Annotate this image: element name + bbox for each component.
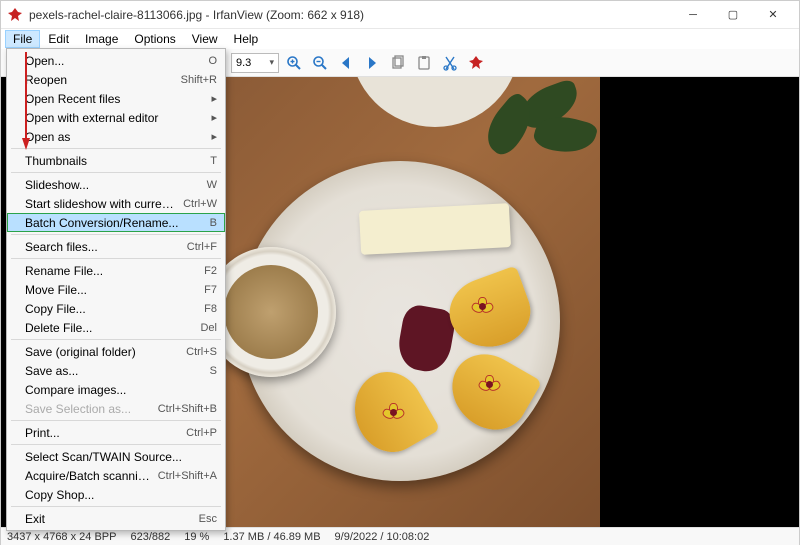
menu-item-shortcut: Ctrl+Shift+B	[158, 403, 217, 415]
file-menu-item[interactable]: Delete File... Del	[7, 318, 225, 337]
menu-item-shortcut: Shift+R	[181, 74, 217, 86]
file-menu-item[interactable]: Open with external editor ▸	[7, 108, 225, 127]
file-menu-item[interactable]: Copy File... F8	[7, 299, 225, 318]
hint-arrow-icon	[22, 52, 30, 157]
chevron-down-icon: ▾	[269, 57, 274, 68]
zoom-out-button[interactable]	[309, 52, 331, 74]
menu-item-label: Open Recent files	[25, 92, 205, 106]
menu-item-label: Delete File...	[25, 321, 194, 335]
displayed-image	[200, 77, 600, 527]
status-frames: 623/882	[130, 531, 170, 543]
zoom-in-button[interactable]	[283, 52, 305, 74]
menu-item-label: Acquire/Batch scanning...	[25, 469, 152, 483]
menu-item-label: Thumbnails	[25, 154, 204, 168]
file-menu-item[interactable]: Move File... F7	[7, 280, 225, 299]
menu-item-label: Print...	[25, 426, 180, 440]
file-menu-item[interactable]: Slideshow... W	[7, 175, 225, 194]
menu-item-label: Rename File...	[25, 264, 198, 278]
file-menu-item[interactable]: Save as... S	[7, 361, 225, 380]
menu-view[interactable]: View	[184, 30, 226, 48]
menu-item-shortcut: F7	[204, 284, 217, 296]
window-controls: ─ ▢ ✕	[673, 3, 793, 27]
file-menu-dropdown: Open...OReopenShift+ROpen Recent files▸O…	[6, 48, 226, 531]
titlebar: pexels-rachel-claire-8113066.jpg - Irfan…	[1, 1, 799, 29]
menu-item-shortcut: Del	[200, 322, 217, 334]
copy-button[interactable]	[387, 52, 409, 74]
file-menu-item[interactable]: Compare images...	[7, 380, 225, 399]
menu-item-label: Exit	[25, 512, 193, 526]
file-menu-item[interactable]: Search files... Ctrl+F	[7, 237, 225, 256]
menu-item-shortcut: Ctrl+S	[186, 346, 217, 358]
file-menu-item[interactable]: Batch Conversion/Rename... B	[7, 213, 225, 232]
cut-button[interactable]	[439, 52, 461, 74]
menu-edit[interactable]: Edit	[40, 30, 77, 48]
file-menu-item[interactable]: Select Scan/TWAIN Source...	[7, 447, 225, 466]
menu-item-label: Open as	[25, 130, 205, 144]
prev-button[interactable]	[335, 52, 357, 74]
status-zoom: 19 %	[184, 531, 209, 543]
menu-item-shortcut: Ctrl+P	[186, 427, 217, 439]
menu-item-label: Select Scan/TWAIN Source...	[25, 450, 211, 464]
menu-item-shortcut: F2	[204, 265, 217, 277]
menu-item-shortcut: F8	[204, 303, 217, 315]
minimize-button[interactable]: ─	[673, 3, 713, 27]
menu-item-label: Compare images...	[25, 383, 211, 397]
menu-item-label: Copy File...	[25, 302, 198, 316]
close-button[interactable]: ✕	[753, 3, 793, 27]
status-date: 9/9/2022 / 10:08:02	[335, 531, 430, 543]
menu-item-shortcut: ▸	[211, 111, 217, 124]
status-size: 1.37 MB / 46.89 MB	[223, 531, 320, 543]
menu-item-shortcut: ▸	[211, 130, 217, 143]
menu-item-label: Open with external editor	[25, 111, 205, 125]
menu-item-label: Start slideshow with current file list	[25, 197, 177, 211]
file-menu-item: Save Selection as... Ctrl+Shift+B	[7, 399, 225, 418]
next-button[interactable]	[361, 52, 383, 74]
menubar: File Edit Image Options View Help	[1, 29, 799, 49]
menu-item-label: Open...	[25, 54, 202, 68]
file-menu-item[interactable]: Exit Esc	[7, 509, 225, 528]
file-menu-item[interactable]: Open... O	[7, 51, 225, 70]
toolbar-combo-value: 9.3	[236, 57, 251, 69]
menu-item-label: Move File...	[25, 283, 198, 297]
menu-file[interactable]: File	[5, 30, 40, 48]
menu-item-label: Save as...	[25, 364, 204, 378]
file-menu-item[interactable]: Rename File... F2	[7, 261, 225, 280]
file-menu-item[interactable]: Print... Ctrl+P	[7, 423, 225, 442]
menu-item-shortcut: Ctrl+W	[183, 198, 217, 210]
status-dimensions: 3437 x 4768 x 24 BPP	[7, 531, 116, 543]
irfan-icon[interactable]	[465, 52, 487, 74]
file-menu-item[interactable]: Start slideshow with current file list Ct…	[7, 194, 225, 213]
menu-options[interactable]: Options	[126, 30, 183, 48]
menu-item-label: Batch Conversion/Rename...	[25, 216, 204, 230]
menu-item-label: Slideshow...	[25, 178, 201, 192]
menu-item-shortcut: ▸	[211, 92, 217, 105]
app-icon	[7, 7, 23, 23]
window-title: pexels-rachel-claire-8113066.jpg - Irfan…	[29, 8, 673, 22]
menu-item-shortcut: B	[210, 217, 217, 229]
file-menu-item[interactable]: Open as ▸	[7, 127, 225, 146]
menu-item-label: Save (original folder)	[25, 345, 180, 359]
menu-item-label: Copy Shop...	[25, 488, 211, 502]
menu-item-shortcut: S	[210, 365, 217, 377]
menu-item-shortcut: Ctrl+Shift+A	[158, 470, 217, 482]
file-menu-item[interactable]: Open Recent files ▸	[7, 89, 225, 108]
paste-button[interactable]	[413, 52, 435, 74]
file-menu-item[interactable]: Save (original folder) Ctrl+S	[7, 342, 225, 361]
menu-item-shortcut: T	[210, 155, 217, 167]
file-menu-item[interactable]: Thumbnails T	[7, 151, 225, 170]
menu-image[interactable]: Image	[77, 30, 126, 48]
menu-help[interactable]: Help	[226, 30, 267, 48]
menu-item-label: Reopen	[25, 73, 175, 87]
menu-item-label: Search files...	[25, 240, 181, 254]
file-menu-item[interactable]: Reopen Shift+R	[7, 70, 225, 89]
file-menu-item[interactable]: Copy Shop...	[7, 485, 225, 504]
menu-item-shortcut: W	[207, 179, 217, 191]
menu-item-label: Save Selection as...	[25, 402, 152, 416]
toolbar-combo[interactable]: 9.3 ▾	[231, 53, 279, 73]
menu-item-shortcut: O	[208, 55, 217, 67]
maximize-button[interactable]: ▢	[713, 3, 753, 27]
menu-item-shortcut: Esc	[199, 513, 217, 525]
file-menu-item[interactable]: Acquire/Batch scanning... Ctrl+Shift+A	[7, 466, 225, 485]
menu-item-shortcut: Ctrl+F	[187, 241, 217, 253]
